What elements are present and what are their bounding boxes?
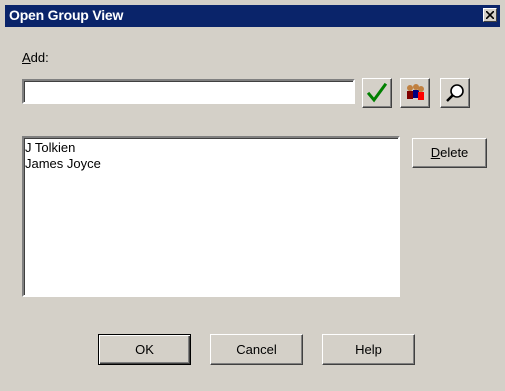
title-bar[interactable]: Open Group View	[5, 5, 500, 27]
search-button[interactable]	[440, 78, 470, 108]
add-label: Add:	[22, 50, 49, 65]
address-book-button[interactable]	[400, 78, 430, 108]
delete-label: elete	[440, 145, 469, 160]
add-label-accelerator: A	[22, 50, 31, 65]
ok-button[interactable]: OK	[98, 334, 191, 365]
members-listbox[interactable]: J Tolkien James Joyce	[22, 136, 400, 297]
delete-accelerator: D	[430, 145, 441, 160]
checkmark-icon	[366, 82, 388, 103]
add-label-text: dd:	[30, 50, 49, 65]
confirm-add-button[interactable]	[362, 78, 392, 108]
list-item[interactable]: J Tolkien	[25, 140, 397, 156]
open-group-view-dialog: Open Group View Add: J Tolkien James Joy…	[0, 0, 505, 391]
list-item[interactable]: James Joyce	[25, 156, 397, 172]
cancel-button[interactable]: Cancel	[210, 334, 303, 365]
window-title: Open Group View	[9, 7, 124, 23]
help-button[interactable]: Help	[322, 334, 415, 365]
people-icon	[407, 84, 424, 100]
close-button[interactable]	[483, 8, 497, 22]
delete-button[interactable]: Delete	[412, 138, 487, 168]
add-input[interactable]	[22, 79, 355, 104]
close-icon	[486, 11, 494, 19]
magnifier-icon	[446, 84, 464, 102]
